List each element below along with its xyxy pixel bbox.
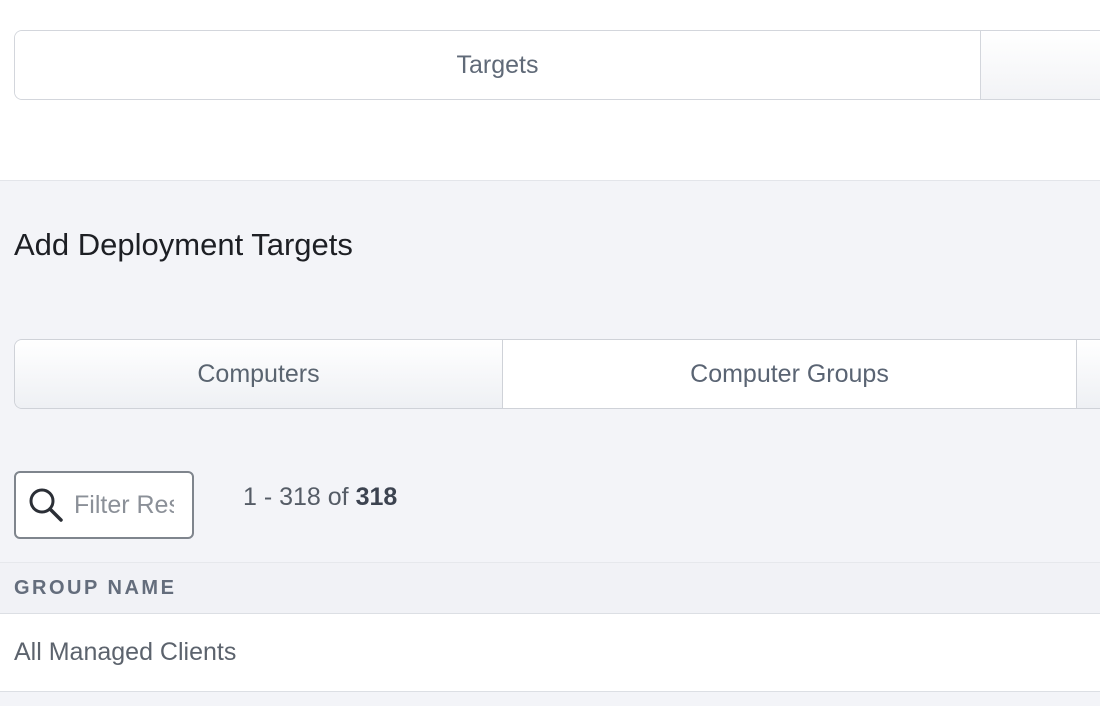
tab-computers-label: Computers: [197, 359, 320, 388]
pagination-range: 1 - 318 of: [243, 483, 356, 511]
top-tab-bar: Targets: [14, 30, 1100, 100]
tab-computers[interactable]: Computers: [15, 340, 503, 408]
search-icon: [29, 488, 63, 522]
table-footer-strip: [0, 692, 1100, 706]
section-title: Add Deployment Targets: [14, 227, 353, 262]
filter-input[interactable]: [74, 490, 174, 520]
tab-targets[interactable]: Targets: [15, 31, 981, 99]
column-header-group-name[interactable]: GROUP NAME: [14, 577, 176, 600]
filter-field[interactable]: [14, 471, 194, 539]
table-row[interactable]: All Managed Clients: [0, 614, 1100, 692]
tab-targets-label: Targets: [456, 50, 539, 79]
tab-computer-groups[interactable]: Computer Groups: [503, 340, 1077, 408]
cell-group-name: All Managed Clients: [14, 638, 237, 666]
target-type-tabs: Computers Computer Groups: [14, 339, 1100, 409]
tab-more[interactable]: [1077, 340, 1100, 408]
page: Targets Add Deployment Targets Computers…: [0, 0, 1100, 706]
table-header: GROUP NAME: [0, 562, 1100, 614]
tab-next[interactable]: [981, 31, 1100, 99]
pagination-summary: 1 - 318 of 318: [243, 483, 397, 512]
tab-computer-groups-label: Computer Groups: [690, 359, 889, 388]
pagination-total: 318: [355, 483, 398, 511]
